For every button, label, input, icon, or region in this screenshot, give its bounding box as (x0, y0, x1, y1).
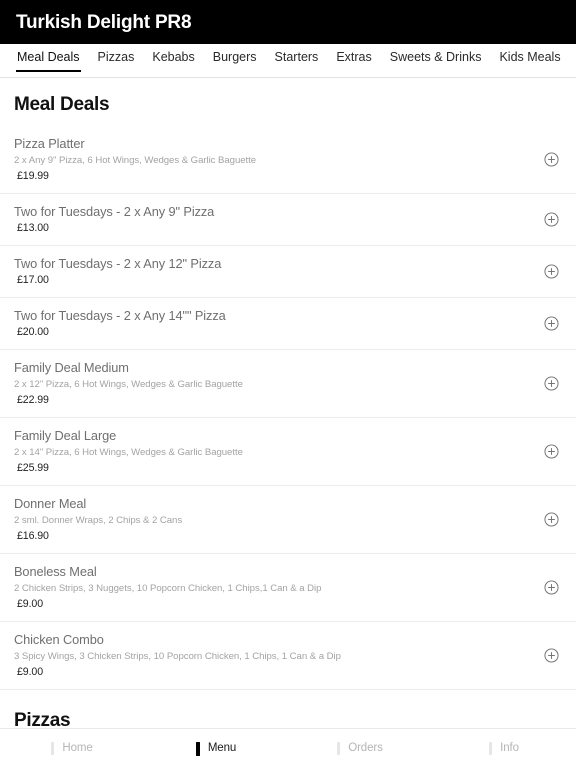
nav-item-orders[interactable]: Orders (288, 729, 432, 768)
menu-item-name: Family Deal Large (14, 428, 117, 443)
menu-item-text: Boneless Meal 2 Chicken Strips, 3 Nuggets… (14, 563, 530, 612)
app-root: Turkish Delight PR8 Meal Deals Pizzas Keba… (0, 0, 576, 768)
plus-circle-icon[interactable] (540, 313, 562, 335)
menu-item-text: Pizza Platter 2 x Any 9" Pizza, 6 Hot Win… (14, 135, 530, 184)
menu-item-price: £25.99 (17, 462, 49, 474)
menu-item-text: Family Deal Large 2 x 14" Pizza, 6 Hot Wi… (14, 427, 530, 476)
menu-item-name: Family Deal Medium (14, 360, 129, 375)
tab-kebabs[interactable]: Kebabs (143, 44, 203, 77)
menu-item-description: 3 Spicy Wings, 3 Chicken Strips, 10 Popc… (14, 651, 341, 662)
menu-item-name: Boneless Meal (14, 564, 97, 579)
menu-item-text: Family Deal Medium 2 x 12" Pizza, 6 Hot W… (14, 359, 530, 408)
plus-circle-icon[interactable] (540, 261, 562, 283)
tab-burgers[interactable]: Burgers (204, 44, 266, 77)
menu-item-name: Two for Tuesdays - 2 x Any 12" Pizza (14, 256, 222, 271)
menu-item-row[interactable]: Family Deal Large 2 x 14" Pizza, 6 Hot Wi… (0, 418, 576, 486)
plus-circle-icon[interactable] (540, 577, 562, 599)
tab-sweets-drinks[interactable]: Sweets & Drinks (381, 44, 491, 77)
menu-item-name: Pizza Platter (14, 136, 85, 151)
plus-circle-icon[interactable] (540, 441, 562, 463)
menu-item-description: 2 x 14" Pizza, 6 Hot Wings, Wedges & Gar… (14, 447, 243, 458)
menu-icon (195, 741, 200, 756)
menu-item-row[interactable]: Two for Tuesdays - 2 x Any 12" Pizza £17.… (0, 246, 576, 298)
menu-item-row[interactable]: Family Deal Medium 2 x 12" Pizza, 6 Hot W… (0, 350, 576, 418)
nav-item-label: Home (62, 741, 93, 754)
info-icon (489, 742, 493, 755)
menu-item-row[interactable]: Two for Tuesdays - 2 x Any 9" Pizza £13.0… (0, 194, 576, 246)
menu-item-list: Pizza Platter 2 x Any 9" Pizza, 6 Hot Win… (0, 126, 576, 690)
menu-item-description: 2 x 12" Pizza, 6 Hot Wings, Wedges & Gar… (14, 379, 243, 390)
menu-item-row[interactable]: Donner Meal 2 sml. Donner Wraps, 2 Chips … (0, 486, 576, 554)
menu-item-row[interactable]: Boneless Meal 2 Chicken Strips, 3 Nuggets… (0, 554, 576, 622)
tab-kids-meals[interactable]: Kids Meals (490, 44, 569, 77)
page-title: Turkish Delight PR8 (16, 11, 192, 33)
nav-item-label: Orders (348, 741, 383, 754)
bottom-navigation: Home Menu Orders Info (0, 728, 576, 768)
menu-item-name: Two for Tuesdays - 2 x Any 14"" Pizza (14, 308, 226, 323)
nav-item-label: Menu (207, 741, 237, 754)
menu-item-price: £20.00 (17, 326, 49, 338)
tab-extras[interactable]: Extras (327, 44, 380, 77)
menu-item-row[interactable]: Two for Tuesdays - 2 x Any 14"" Pizza £20… (0, 298, 576, 350)
menu-item-description: 2 sml. Donner Wraps, 2 Chips & 2 Cans (14, 515, 183, 526)
menu-item-text: Chicken Combo 3 Spicy Wings, 3 Chicken St… (14, 631, 530, 680)
menu-item-description: 2 Chicken Strips, 3 Nuggets, 10 Popcorn … (14, 583, 322, 594)
plus-circle-icon[interactable] (540, 149, 562, 171)
menu-item-price: £9.00 (17, 598, 44, 610)
nav-item-menu[interactable]: Menu (144, 729, 288, 768)
menu-item-text: Two for Tuesdays - 2 x Any 14"" Pizza £20… (14, 307, 530, 340)
plus-circle-icon[interactable] (540, 509, 562, 531)
menu-item-text: Two for Tuesdays - 2 x Any 12" Pizza £17.… (14, 255, 530, 288)
menu-item-text: Two for Tuesdays - 2 x Any 9" Pizza £13.0… (14, 203, 530, 236)
menu-item-price: £16.90 (17, 530, 49, 542)
nav-item-label: Info (500, 741, 519, 754)
menu-item-price: £19.99 (17, 170, 49, 182)
section-heading: Pizzas (14, 710, 71, 728)
plus-circle-icon[interactable] (540, 373, 562, 395)
nav-item-info[interactable]: Info (432, 729, 576, 768)
menu-content: Meal Deals Pizza Platter 2 x Any 9" Pizza,… (0, 78, 576, 728)
menu-item-row[interactable]: Pizza Platter 2 x Any 9" Pizza, 6 Hot Win… (0, 126, 576, 194)
app-header: Turkish Delight PR8 (0, 0, 576, 44)
menu-item-name: Two for Tuesdays - 2 x Any 9" Pizza (14, 204, 215, 219)
menu-item-description: 2 x Any 9" Pizza, 6 Hot Wings, Wedges & … (14, 155, 257, 166)
orders-icon (337, 742, 341, 755)
tab-pizzas[interactable]: Pizzas (89, 44, 144, 77)
menu-item-price: £17.00 (17, 274, 49, 286)
menu-item-price: £13.00 (17, 222, 49, 234)
tab-starters[interactable]: Starters (266, 44, 328, 77)
plus-circle-icon[interactable] (540, 645, 562, 667)
menu-item-text: Donner Meal 2 sml. Donner Wraps, 2 Chips … (14, 495, 530, 544)
menu-item-name: Donner Meal (14, 496, 87, 511)
home-icon (51, 742, 55, 755)
section-heading: Meal Deals (14, 94, 110, 115)
tab-meal-deals[interactable]: Meal Deals (8, 44, 89, 77)
plus-circle-icon[interactable] (540, 209, 562, 231)
category-tab-bar[interactable]: Meal Deals Pizzas Kebabs Burgers Starters Ext… (0, 44, 576, 78)
menu-item-price: £9.00 (17, 666, 44, 678)
menu-item-row[interactable]: Chicken Combo 3 Spicy Wings, 3 Chicken St… (0, 622, 576, 690)
menu-item-price: £22.99 (17, 394, 49, 406)
nav-item-home[interactable]: Home (0, 729, 144, 768)
menu-item-name: Chicken Combo (14, 632, 104, 647)
